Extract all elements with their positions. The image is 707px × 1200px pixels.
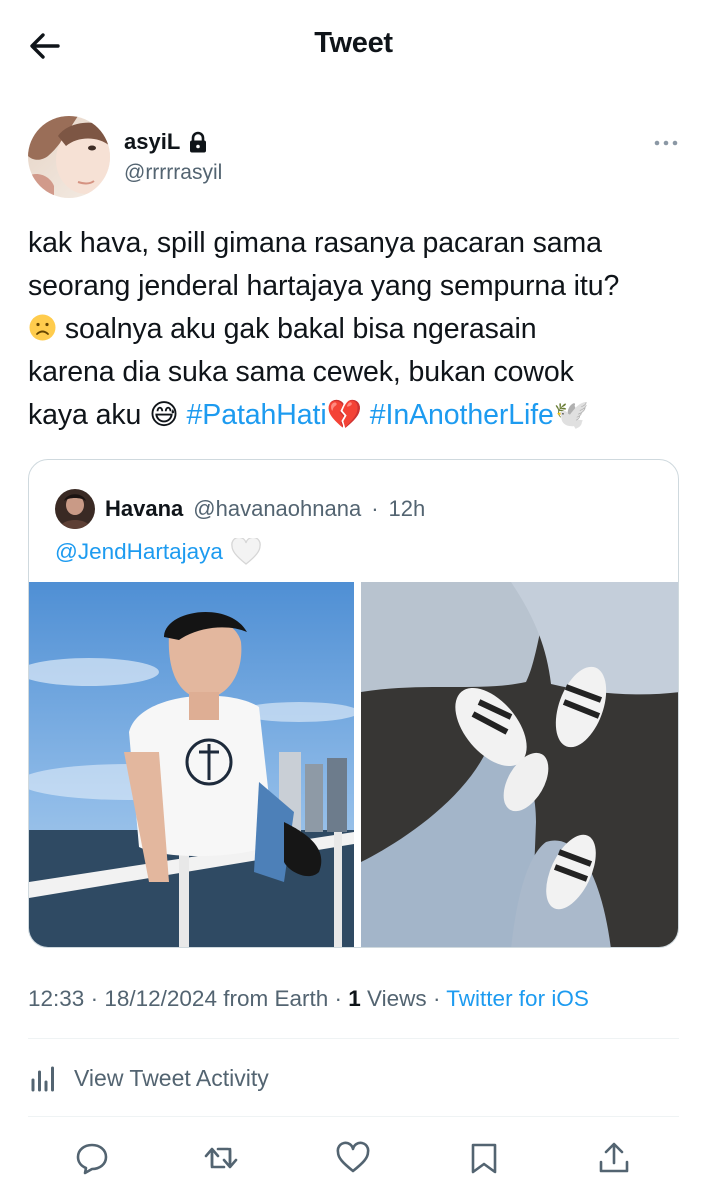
separator-dot: · — [334, 986, 343, 1011]
separator-dot: · — [432, 986, 441, 1011]
mention-link[interactable]: @JendHartajaya — [55, 539, 223, 565]
retweet-icon[interactable] — [203, 1140, 239, 1176]
views-label: Views — [367, 986, 427, 1011]
more-options-icon[interactable] — [653, 130, 679, 156]
author-handle[interactable]: @rrrrrasyil — [124, 161, 222, 185]
bookmark-icon[interactable] — [466, 1140, 502, 1176]
like-icon[interactable] — [335, 1140, 371, 1176]
tweet-line-text: kaya aku — [28, 399, 150, 431]
divider — [28, 1116, 679, 1117]
hashtag-patahhati[interactable]: #PatahHati — [187, 399, 327, 431]
tweet-line: karena dia suka sama cewek, bukan cowok — [28, 356, 574, 388]
source-link[interactable]: Twitter for iOS — [446, 986, 589, 1011]
tweet-line: kaya aku 😅 #PatahHati💔 #InAnotherLife🕊️ — [28, 394, 688, 437]
photo-sneakers[interactable] — [361, 582, 678, 947]
page-title: Tweet — [314, 27, 393, 59]
quoted-tweet-header: Havana @havanaohnana · 12h — [55, 489, 425, 529]
photo-man-on-boat[interactable] — [29, 582, 354, 947]
quoted-timestamp: 12h — [388, 496, 426, 521]
separator-dot: · — [90, 986, 99, 1011]
divider — [28, 1038, 679, 1039]
dove-emoji: 🕊️ — [553, 399, 590, 431]
broken-heart-emoji: 💔 — [326, 399, 362, 431]
grinning-sweat-emoji: 😅 — [149, 399, 179, 431]
avatar[interactable] — [28, 116, 110, 198]
share-icon[interactable] — [596, 1140, 632, 1176]
quoted-media — [29, 582, 678, 947]
view-tweet-activity-button[interactable]: View Tweet Activity — [28, 1056, 269, 1100]
tweet-line: seorang jenderal hartajaya yang sempurna… — [28, 270, 620, 302]
white-heart-icon — [231, 538, 261, 565]
author-name[interactable]: asyiL — [124, 129, 208, 155]
top-bar: Tweet — [0, 0, 707, 92]
tweet-time: 12:33 — [28, 986, 85, 1011]
slightly-frowning-face-icon — [28, 312, 57, 341]
tweet-actions — [0, 1132, 707, 1184]
quoted-author-name: Havana — [105, 496, 184, 521]
tweet-text: kak hava, spill gimana rasanya pacaran s… — [28, 222, 688, 437]
tweet-meta: 12:33 · 18/12/2024 from Earth · 1 Views … — [28, 986, 589, 1012]
separator-dot: · — [371, 496, 379, 521]
analytics-icon — [31, 1066, 54, 1092]
quoted-tweet-text: @JendHartajaya — [55, 538, 261, 566]
views-count: 1 — [348, 986, 361, 1011]
tweet-line: soalnya aku gak bakal bisa ngerasain — [28, 308, 688, 351]
reply-icon[interactable] — [74, 1140, 110, 1176]
tweet-line: kak hava, spill gimana rasanya pacaran s… — [28, 227, 602, 259]
tweet-author: asyiL @rrrrrasyil — [28, 116, 679, 200]
quoted-tweet[interactable]: Havana @havanaohnana · 12h @JendHartajay… — [28, 459, 679, 948]
tweet-line-text: soalnya aku gak bakal bisa ngerasain — [57, 313, 537, 345]
tweet-date: 18/12/2024 from Earth — [104, 986, 329, 1011]
author-display-name: asyiL — [124, 129, 181, 154]
quoted-avatar — [55, 489, 95, 529]
activity-label: View Tweet Activity — [74, 1064, 269, 1091]
quoted-author-handle: @havanaohnana — [193, 496, 362, 521]
hashtag-inanotherlife[interactable]: #InAnotherLife — [370, 399, 554, 431]
lock-icon — [190, 131, 207, 153]
